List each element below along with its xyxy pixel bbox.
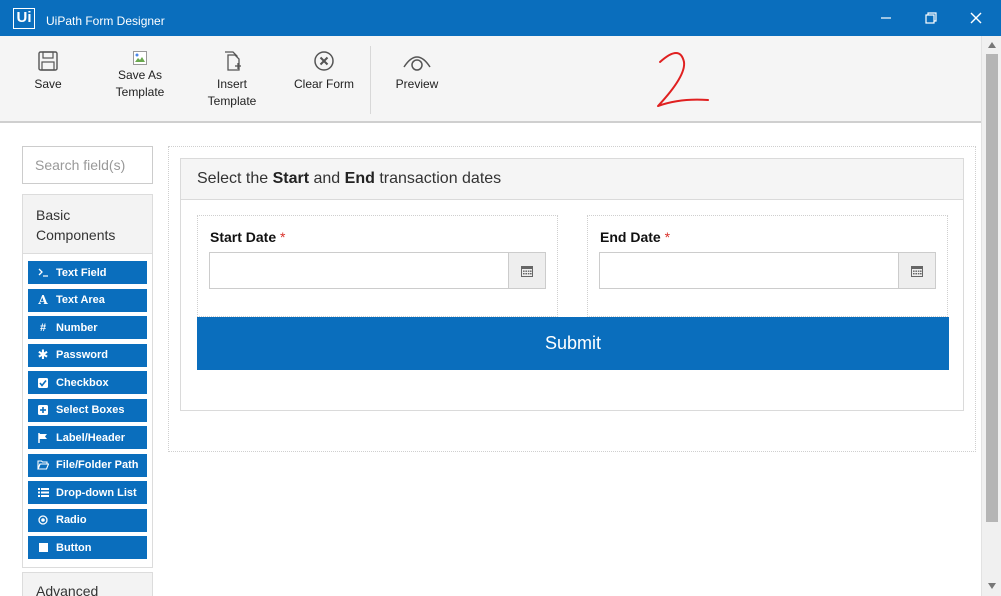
preview-button[interactable]: Preview xyxy=(392,50,442,93)
check-square-icon xyxy=(37,377,49,388)
save-button[interactable]: Save xyxy=(28,50,68,93)
heading-mid: and xyxy=(309,170,345,187)
component-label: Text Area xyxy=(56,294,105,306)
component-label: Text Field xyxy=(56,266,107,279)
component-file-folder-path[interactable]: File/Folder Path xyxy=(28,453,147,477)
toolbar: Save Save As Template Insert Template Cl… xyxy=(0,36,1001,123)
end-date-column: End Date * xyxy=(587,215,948,317)
component-label: Label/Header xyxy=(56,431,126,444)
handwritten-annotation xyxy=(657,52,709,107)
component-drop-down-list[interactable]: Drop-down List xyxy=(28,481,147,504)
component-label: Number xyxy=(56,321,98,334)
close-icon[interactable] xyxy=(966,8,986,28)
required-marker: * xyxy=(280,229,286,245)
list-icon xyxy=(37,488,49,497)
window-title: UiPath Form Designer xyxy=(46,14,165,28)
restore-icon[interactable] xyxy=(921,8,941,28)
component-label: Drop-down List xyxy=(56,486,137,499)
insert-template-label-2: Template xyxy=(207,94,257,108)
start-date-calendar-button[interactable] xyxy=(508,252,546,289)
heading-pre: Select the xyxy=(197,170,273,187)
vertical-scrollbar[interactable] xyxy=(981,36,1001,596)
end-date-input[interactable] xyxy=(599,252,899,289)
scroll-up-arrow-icon[interactable] xyxy=(987,40,997,50)
component-label: Select Boxes xyxy=(56,404,125,416)
basic-components-group: Basic Components Text Field A Text Area … xyxy=(22,194,153,568)
dot-circle-icon xyxy=(37,515,49,525)
insert-document-icon xyxy=(225,51,241,71)
start-date-column: Start Date * xyxy=(197,215,558,317)
end-date-calendar-button[interactable] xyxy=(898,252,936,289)
component-password[interactable]: ✱ Password xyxy=(28,343,147,367)
heading-end: End xyxy=(344,170,375,187)
save-label: Save xyxy=(34,77,62,91)
advanced-components-header[interactable]: Advanced xyxy=(22,572,153,596)
required-marker: * xyxy=(664,229,671,245)
preview-label: Preview xyxy=(395,77,439,91)
panel-heading: Select the Start and End transaction dat… xyxy=(181,159,963,200)
calendar-icon xyxy=(521,265,533,277)
start-date-label: Start Date * xyxy=(210,229,285,245)
component-label: File/Folder Path xyxy=(56,459,139,471)
component-number[interactable]: # Number xyxy=(28,316,147,339)
component-label: Radio xyxy=(56,514,87,526)
component-text-area[interactable]: A Text Area xyxy=(28,288,147,312)
calendar-icon xyxy=(911,265,923,277)
advanced-components-title: Advanced xyxy=(36,583,99,596)
end-date-label-text: End Date xyxy=(600,229,661,245)
save-as-template-label-1: Save As xyxy=(117,68,163,82)
clear-form-button[interactable]: Clear Form xyxy=(290,50,358,93)
component-label: Checkbox xyxy=(56,376,109,389)
title-bar: Ui UiPath Form Designer xyxy=(0,0,1001,36)
terminal-icon xyxy=(37,268,49,277)
component-checkbox[interactable]: Checkbox xyxy=(28,371,147,394)
clear-form-label: Clear Form xyxy=(293,77,354,91)
basic-components-title-2: Components xyxy=(36,227,116,243)
plus-square-icon xyxy=(37,405,49,415)
save-as-template-button[interactable]: Save As Template xyxy=(105,50,175,101)
search-fields-input[interactable] xyxy=(22,146,153,184)
scroll-thumb[interactable] xyxy=(986,54,998,522)
hash-icon: # xyxy=(39,321,47,334)
submit-button[interactable]: Submit xyxy=(197,317,949,370)
component-label-header[interactable]: Label/Header xyxy=(28,426,147,449)
start-date-label-text: Start Date xyxy=(210,229,277,245)
eye-preview-icon xyxy=(403,56,431,71)
asterisk-icon: ✱ xyxy=(37,347,49,362)
start-date-input[interactable] xyxy=(209,252,509,289)
component-button[interactable]: Button xyxy=(28,536,147,559)
scroll-down-arrow-icon[interactable] xyxy=(987,581,997,591)
folder-open-icon xyxy=(37,460,49,470)
form-panel: Select the Start and End transaction dat… xyxy=(180,158,964,411)
save-as-template-label-2: Template xyxy=(115,85,165,99)
insert-template-button[interactable]: Insert Template xyxy=(200,50,264,110)
basic-components-header[interactable]: Basic Components xyxy=(23,195,152,254)
floppy-disk-icon xyxy=(38,51,58,71)
toolbar-divider xyxy=(370,46,371,114)
heading-post: transaction dates xyxy=(374,170,502,187)
font-icon: A xyxy=(38,293,48,307)
insert-template-label-1: Insert xyxy=(216,77,247,91)
clear-circle-x-icon xyxy=(314,51,334,71)
broken-image-icon xyxy=(133,51,147,65)
component-label: Password xyxy=(56,349,108,361)
component-select-boxes[interactable]: Select Boxes xyxy=(28,398,147,422)
flag-icon xyxy=(37,432,49,443)
component-text-field[interactable]: Text Field xyxy=(28,261,147,284)
basic-components-title-1: Basic xyxy=(36,207,71,223)
heading-start: Start xyxy=(272,170,310,187)
uipath-logo: Ui xyxy=(13,8,35,29)
component-radio[interactable]: Radio xyxy=(28,508,147,532)
component-list: Text Field A Text Area # Number ✱ Passwo… xyxy=(23,254,152,559)
minimize-icon[interactable] xyxy=(876,8,896,28)
component-label: Button xyxy=(56,541,92,554)
end-date-label: End Date * xyxy=(600,229,670,245)
stop-icon xyxy=(37,543,49,552)
